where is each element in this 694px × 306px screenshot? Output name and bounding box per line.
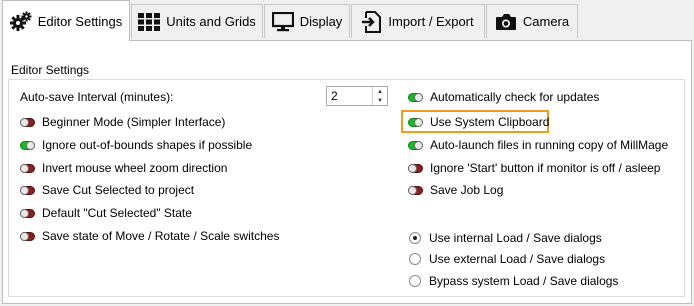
autosave-label-text: Auto-save Interval (minutes): (20, 90, 174, 104)
tab-bar: Editor Settings Units and Grids Display (0, 0, 694, 41)
toggle-save-switch-state[interactable]: Save state of Move / Rotate / Scale swit… (20, 227, 279, 245)
radio-button[interactable] (409, 275, 421, 287)
toggle-switch-icon[interactable] (20, 140, 35, 150)
option-label: Save Job Log (430, 183, 504, 197)
toggle-switch-icon[interactable] (20, 231, 35, 241)
tab-units-and-grids[interactable]: Units and Grids (131, 4, 263, 38)
option-label: Save state of Move / Rotate / Scale swit… (42, 229, 280, 243)
tab-label: Camera (522, 14, 570, 29)
option-label: Auto-launch files in running copy of Mil… (430, 138, 669, 152)
toggle-auto-check-updates[interactable]: Automatically check for updates (408, 88, 599, 106)
option-label: Ignore out-of-bounds shapes if possible (42, 138, 253, 152)
import-export-icon (362, 10, 382, 33)
toggle-ignore-start-button[interactable]: Ignore 'Start' button if monitor is off … (408, 159, 660, 177)
radio-internal-dialogs[interactable]: Use internal Load / Save dialogs (409, 229, 602, 247)
toggle-invert-mouse-wheel[interactable]: Invert mouse wheel zoom direction (20, 159, 227, 177)
option-label: Beginner Mode (Simpler Interface) (42, 115, 226, 129)
toggle-save-job-log[interactable]: Save Job Log (408, 181, 503, 199)
tab-display[interactable]: Display (264, 4, 350, 38)
toggle-switch-icon[interactable] (20, 208, 35, 218)
option-label: Use System Clipboard (430, 115, 550, 129)
tab-import-export[interactable]: Import / Export (351, 4, 485, 38)
option-label: Bypass system Load / Save dialogs (429, 274, 619, 288)
toggle-switch-icon[interactable] (408, 92, 423, 102)
toggle-beginner-mode[interactable]: Beginner Mode (Simpler Interface) (20, 113, 225, 131)
option-label: Ignore 'Start' button if monitor is off … (430, 161, 661, 175)
tab-camera[interactable]: Camera (486, 4, 578, 38)
radio-bypass-dialogs[interactable]: Bypass system Load / Save dialogs (409, 272, 618, 290)
option-label: Use internal Load / Save dialogs (429, 231, 602, 245)
toggle-switch-icon[interactable] (20, 117, 35, 127)
autosave-interval-stepper[interactable]: ▲ ▼ (326, 86, 388, 106)
option-label: Use external Load / Save dialogs (429, 252, 606, 266)
tab-label: Editor Settings (37, 13, 123, 29)
toggle-switch-icon[interactable] (408, 140, 423, 150)
option-label: Save Cut Selected to project (42, 183, 195, 197)
autosave-label: Auto-save Interval (minutes): (20, 88, 173, 106)
tab-label: Import / Export (388, 14, 474, 29)
monitor-icon (271, 11, 294, 32)
stepper-buttons: ▲ ▼ (372, 87, 387, 105)
toggle-auto-launch-files[interactable]: Auto-launch files in running copy of Mil… (408, 136, 668, 154)
radio-button[interactable] (409, 232, 421, 244)
toggle-switch-icon[interactable] (408, 163, 423, 173)
tab-label: Display (299, 14, 343, 29)
toggle-switch-icon[interactable] (20, 185, 35, 195)
toggle-ignore-out-of-bounds[interactable]: Ignore out-of-bounds shapes if possible (20, 136, 252, 154)
toggle-switch-icon[interactable] (408, 185, 423, 195)
option-label: Default "Cut Selected" State (42, 206, 192, 220)
option-label: Automatically check for updates (430, 90, 600, 104)
tab-editor-settings[interactable]: Editor Settings (2, 0, 130, 41)
radio-external-dialogs[interactable]: Use external Load / Save dialogs (409, 250, 605, 268)
stepper-up-icon[interactable]: ▲ (373, 87, 387, 96)
radio-button[interactable] (409, 253, 421, 265)
toggle-switch-icon[interactable] (20, 163, 35, 173)
toggle-use-system-clipboard[interactable]: Use System Clipboard (408, 113, 549, 131)
toggle-switch-icon[interactable] (408, 117, 423, 127)
autosave-interval-input[interactable] (327, 87, 377, 105)
camera-icon (495, 13, 517, 31)
toggle-default-cut-selected[interactable]: Default "Cut Selected" State (20, 204, 192, 222)
gears-icon (9, 11, 32, 31)
grid-icon (138, 12, 161, 31)
toggle-save-cut-selected[interactable]: Save Cut Selected to project (20, 181, 194, 199)
option-label: Invert mouse wheel zoom direction (42, 161, 228, 175)
tab-label: Units and Grids (166, 14, 256, 29)
group-title: Editor Settings (11, 63, 90, 77)
stepper-down-icon[interactable]: ▼ (373, 96, 387, 105)
